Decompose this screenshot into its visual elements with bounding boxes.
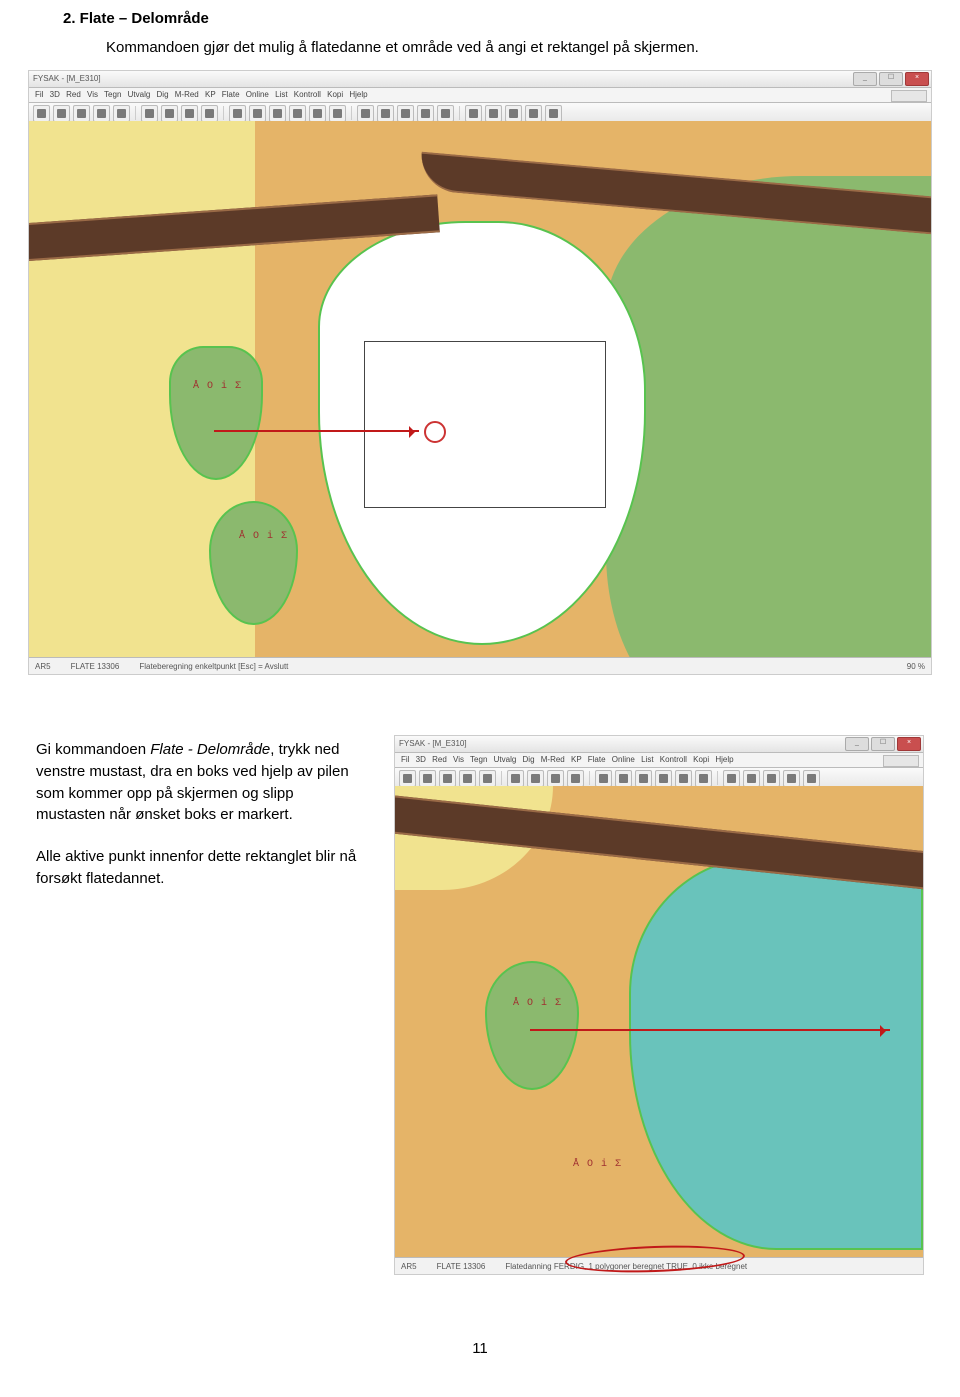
toolbar-button[interactable] bbox=[397, 105, 414, 122]
toolbar-button[interactable] bbox=[53, 105, 70, 122]
instruction-text: Gi kommandoen Flate - Delområde, trykk n… bbox=[36, 735, 366, 1275]
mdi-buttons[interactable] bbox=[891, 90, 927, 102]
map-canvas[interactable]: Å O i Σ Å O i Σ Σ bbox=[29, 121, 931, 658]
toolbar-button[interactable] bbox=[289, 105, 306, 122]
command-name: Flate - Delområde bbox=[150, 741, 270, 758]
toolbar-button[interactable] bbox=[229, 105, 246, 122]
status-left: AR5 bbox=[35, 662, 51, 671]
toolbar-button[interactable] bbox=[803, 770, 820, 787]
toolbar-button[interactable] bbox=[479, 770, 496, 787]
para-1: Gi kommandoen Flate - Delområde, trykk n… bbox=[36, 739, 366, 826]
status-zoom: 90 % bbox=[907, 662, 925, 671]
toolbar-button[interactable] bbox=[763, 770, 780, 787]
toolbar-button[interactable] bbox=[695, 770, 712, 787]
toolbar-button[interactable] bbox=[723, 770, 740, 787]
toolbar-button[interactable] bbox=[615, 770, 632, 787]
status-object: FLATE 13306 bbox=[71, 662, 120, 671]
toolbar-button[interactable] bbox=[269, 105, 286, 122]
toolbar-button[interactable] bbox=[507, 770, 524, 787]
toolbar-separator bbox=[351, 106, 352, 120]
minimize-button[interactable]: _ bbox=[845, 737, 869, 751]
close-button[interactable]: × bbox=[905, 72, 929, 86]
menu-items[interactable]: Fil 3D Red Vis Tegn Utvalg Dig M-Red KP … bbox=[35, 90, 368, 99]
status-left: AR5 bbox=[401, 1262, 417, 1271]
status-message: Flateberegning enkeltpunkt [Esc] = Avslu… bbox=[139, 662, 288, 671]
toolbar-button[interactable] bbox=[161, 105, 178, 122]
toolbar-button[interactable] bbox=[743, 770, 760, 787]
toolbar-button[interactable] bbox=[201, 105, 218, 122]
toolbar-button[interactable] bbox=[505, 105, 522, 122]
toolbar-button[interactable] bbox=[419, 770, 436, 787]
toolbar-button[interactable] bbox=[439, 770, 456, 787]
map-node-marker: Å O i Σ bbox=[239, 531, 288, 542]
toolbar-button[interactable] bbox=[595, 770, 612, 787]
para-2: Alle aktive punkt innenfor dette rektang… bbox=[36, 846, 366, 890]
toolbar-separator bbox=[717, 771, 718, 785]
toolbar-button[interactable] bbox=[141, 105, 158, 122]
menu-bar[interactable]: Fil 3D Red Vis Tegn Utvalg Dig M-Red KP … bbox=[29, 88, 931, 103]
selection-rectangle bbox=[364, 341, 606, 508]
toolbar-button[interactable] bbox=[459, 770, 476, 787]
toolbar-button[interactable] bbox=[377, 105, 394, 122]
toolbar-button[interactable] bbox=[113, 105, 130, 122]
toolbar-button[interactable] bbox=[249, 105, 266, 122]
toolbar-button[interactable] bbox=[783, 770, 800, 787]
cursor-ring-icon bbox=[424, 421, 446, 443]
toolbar-button[interactable] bbox=[567, 770, 584, 787]
intro-paragraph: Kommandoen gjør det mulig å flatedanne e… bbox=[106, 39, 960, 56]
toolbar-button[interactable] bbox=[73, 105, 90, 122]
map-patch-green bbox=[485, 961, 579, 1090]
window-titlebar: FYSAK - [M_E310] _ ☐ × bbox=[29, 71, 931, 88]
menu-items[interactable]: Fil 3D Red Vis Tegn Utvalg Dig M-Red KP … bbox=[401, 755, 734, 764]
toolbar-button[interactable] bbox=[93, 105, 110, 122]
section-heading: 2. Flate – Delområde bbox=[63, 10, 960, 27]
toolbar-separator bbox=[501, 771, 502, 785]
toolbar-button[interactable] bbox=[329, 105, 346, 122]
toolbar-button[interactable] bbox=[437, 105, 454, 122]
toolbar-button[interactable] bbox=[527, 770, 544, 787]
toolbar-button[interactable] bbox=[357, 105, 374, 122]
toolbar-separator bbox=[459, 106, 460, 120]
window-title: FYSAK - [M_E310] bbox=[33, 74, 101, 83]
page-number: 11 bbox=[0, 1340, 960, 1357]
toolbar-button[interactable] bbox=[525, 105, 542, 122]
annotation-arrow-icon bbox=[214, 430, 419, 432]
toolbar-button[interactable] bbox=[485, 105, 502, 122]
screenshot-2: FYSAK - [M_E310] _ ☐ × Fil 3D Red Vis Te… bbox=[394, 735, 924, 1275]
toolbar-button[interactable] bbox=[309, 105, 326, 122]
map-node-marker: Å O i Σ bbox=[193, 381, 242, 392]
map-node-marker: Å O i Σ bbox=[573, 1159, 622, 1170]
toolbar-button[interactable] bbox=[635, 770, 652, 787]
toolbar-separator bbox=[589, 771, 590, 785]
window-titlebar: FYSAK - [M_E310] _ ☐ × bbox=[395, 736, 923, 753]
map-canvas[interactable]: Å O i Σ Å O i Σ bbox=[395, 786, 923, 1258]
window-title: FYSAK - [M_E310] bbox=[399, 739, 467, 748]
screenshot-1: FYSAK - [M_E310] _ ☐ × Fil 3D Red Vis Te… bbox=[28, 70, 932, 675]
map-node-marker: Å O i Σ bbox=[513, 998, 562, 1009]
toolbar-button[interactable] bbox=[399, 770, 416, 787]
annotation-arrow-icon bbox=[530, 1029, 890, 1031]
toolbar-button[interactable] bbox=[545, 105, 562, 122]
status-bar: AR5 FLATE 13306 Flateberegning enkeltpun… bbox=[29, 657, 931, 674]
toolbar-button[interactable] bbox=[181, 105, 198, 122]
maximize-button[interactable]: ☐ bbox=[871, 737, 895, 751]
minimize-button[interactable]: _ bbox=[853, 72, 877, 86]
mdi-buttons[interactable] bbox=[883, 755, 919, 767]
status-object: FLATE 13306 bbox=[437, 1262, 486, 1271]
close-button[interactable]: × bbox=[897, 737, 921, 751]
para-1-a: Gi kommandoen bbox=[36, 741, 150, 758]
map-region-teal bbox=[629, 856, 923, 1250]
map-region-green bbox=[606, 176, 931, 675]
toolbar-button[interactable] bbox=[547, 770, 564, 787]
maximize-button[interactable]: ☐ bbox=[879, 72, 903, 86]
toolbar-separator bbox=[223, 106, 224, 120]
toolbar-button[interactable] bbox=[417, 105, 434, 122]
toolbar-button[interactable] bbox=[33, 105, 50, 122]
menu-bar[interactable]: Fil 3D Red Vis Tegn Utvalg Dig M-Red KP … bbox=[395, 753, 923, 768]
toolbar-button[interactable] bbox=[465, 105, 482, 122]
toolbar-separator bbox=[135, 106, 136, 120]
toolbar-button[interactable] bbox=[675, 770, 692, 787]
toolbar-button[interactable] bbox=[655, 770, 672, 787]
